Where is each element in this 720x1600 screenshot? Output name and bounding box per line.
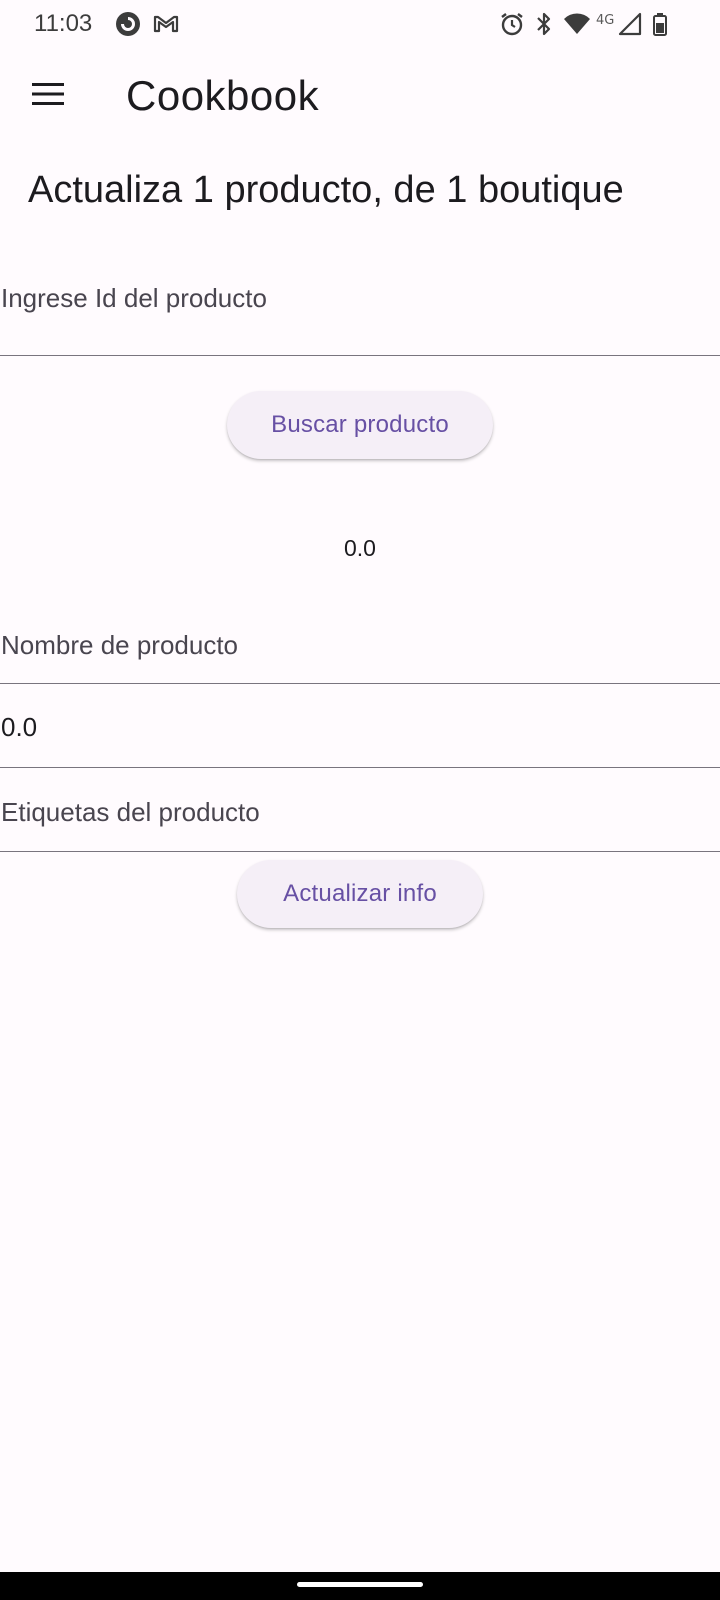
system-nav-bar [0, 1572, 720, 1600]
update-info-button-label: Actualizar info [283, 880, 437, 907]
update-info-button[interactable]: Actualizar info [237, 860, 483, 928]
status-time: 11:03 [34, 10, 93, 37]
gmail-icon [152, 10, 180, 38]
pocketcasts-icon [114, 10, 142, 38]
battery-icon [650, 10, 670, 38]
bluetooth-icon [534, 10, 554, 38]
product-name-field[interactable]: Nombre de producto [0, 600, 720, 684]
product-id-field[interactable]: Ingrese Id del producto [0, 268, 720, 356]
menu-button[interactable] [24, 72, 72, 120]
product-value: 0.0 [1, 712, 38, 742]
product-tags-label: Etiquetas del producto [1, 797, 260, 827]
menu-icon [31, 82, 65, 111]
home-gesture-handle[interactable] [297, 1582, 423, 1587]
app-title: Cookbook [126, 72, 320, 119]
page-heading: Actualiza 1 producto, de 1 boutique [28, 169, 624, 211]
search-product-button[interactable]: Buscar producto [227, 391, 493, 459]
app-bar: Cookbook [0, 48, 720, 144]
signal-icon [618, 10, 644, 38]
result-value: 0.0 [344, 535, 376, 561]
status-bar: 11:03 4G [0, 0, 720, 48]
product-value-field[interactable]: 0.0 [0, 684, 720, 768]
search-product-button-label: Buscar producto [271, 411, 449, 438]
wifi-icon: 4G [562, 10, 618, 38]
product-id-placeholder: Ingrese Id del producto [1, 283, 267, 313]
network-type-label: 4G [596, 13, 614, 28]
product-name-label: Nombre de producto [1, 630, 239, 660]
alarm-icon [498, 10, 526, 38]
product-tags-field[interactable]: Etiquetas del producto [0, 768, 720, 852]
